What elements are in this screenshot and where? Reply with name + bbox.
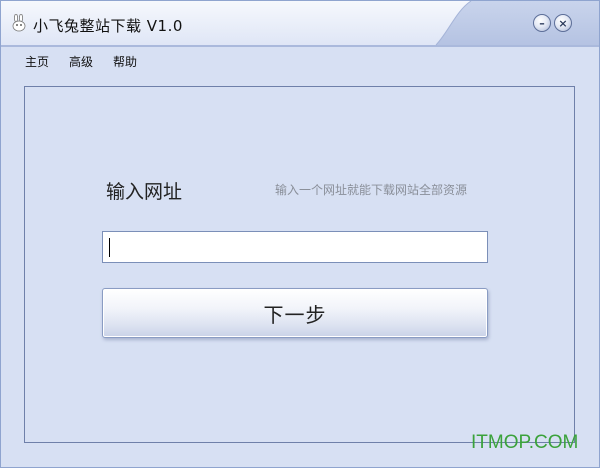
- url-hint: 输入一个网址就能下载网站全部资源: [275, 183, 468, 197]
- main-panel: 输入网址 输入一个网址就能下载网站全部资源 下一步: [24, 86, 575, 443]
- menu-item-home[interactable]: 主页: [15, 53, 59, 71]
- minimize-icon: –: [539, 16, 545, 30]
- watermark: ITMOP.COM: [471, 432, 579, 453]
- menu-item-help[interactable]: 帮助: [103, 53, 147, 71]
- url-input[interactable]: [102, 231, 488, 263]
- minimize-button[interactable]: –: [533, 14, 551, 32]
- close-icon: ×: [558, 16, 568, 30]
- rabbit-icon: [10, 13, 28, 32]
- window-title: 小飞兔整站下载 V1.0: [33, 17, 183, 35]
- menu-bar: 主页 高级 帮助: [15, 53, 147, 71]
- text-caret: [109, 238, 110, 257]
- app-window: 小飞兔整站下载 V1.0 – × 主页 高级 帮助 输入网址 输入一个网址就能下…: [0, 0, 600, 468]
- title-bar[interactable]: 小飞兔整站下载 V1.0 – ×: [1, 1, 599, 47]
- next-button[interactable]: 下一步: [102, 288, 488, 338]
- close-button[interactable]: ×: [554, 14, 572, 32]
- menu-item-advanced[interactable]: 高级: [59, 53, 103, 71]
- url-label: 输入网址: [106, 181, 183, 203]
